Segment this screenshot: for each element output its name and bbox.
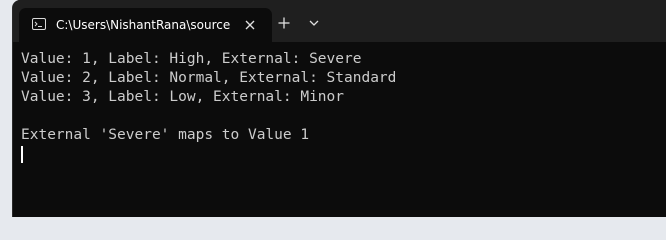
output-line: Value: 1, Label: High, External: Severe <box>21 51 362 67</box>
close-icon[interactable] <box>240 15 260 35</box>
plus-icon[interactable] <box>274 13 294 33</box>
active-tab[interactable]: C:\Users\NishantRana\source\ <box>19 8 272 42</box>
output-line: Value: 3, Label: Low, External: Minor <box>21 89 345 105</box>
console-output[interactable]: Value: 1, Label: High, External: Severe … <box>21 50 661 163</box>
terminal-window: C:\Users\NishantRana\source\ Value: 1, L… <box>12 0 666 217</box>
chevron-down-icon[interactable] <box>304 13 324 33</box>
tab-bar: C:\Users\NishantRana\source\ <box>13 0 666 42</box>
text-cursor <box>21 146 23 163</box>
output-line: External 'Severe' maps to Value 1 <box>21 127 310 143</box>
terminal-icon <box>32 18 46 30</box>
tab-title: C:\Users\NishantRana\source\ <box>56 18 230 32</box>
output-line: Value: 2, Label: Normal, External: Stand… <box>21 70 397 86</box>
